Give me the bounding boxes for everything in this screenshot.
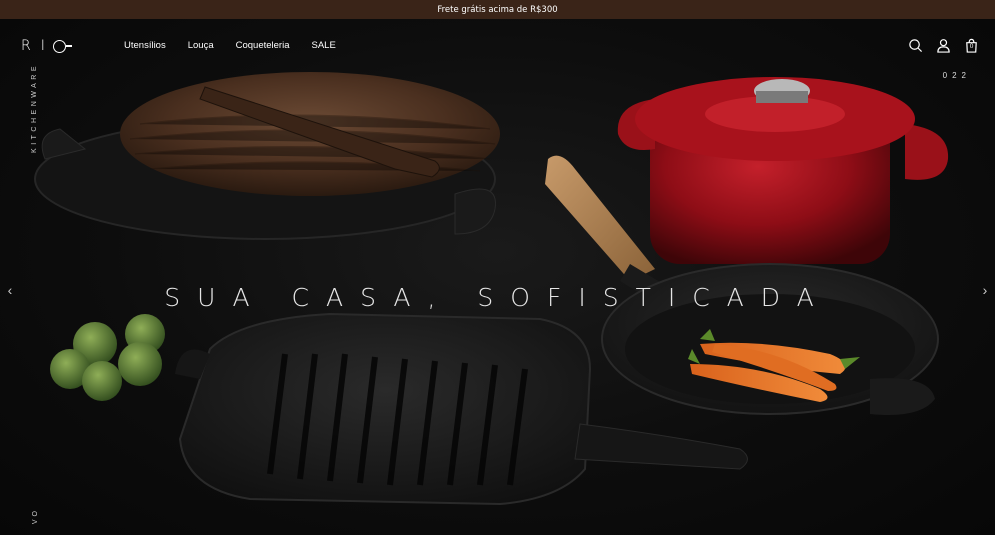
search-icon[interactable]	[908, 38, 923, 53]
cart-count: 0	[969, 43, 974, 50]
hero-headline: SUA CASA, SOFISTICADA	[164, 283, 831, 312]
nav-item-utensilios[interactable]: Utensílios	[124, 40, 166, 51]
header-actions: 0	[908, 38, 979, 53]
pan-wood-handle	[545, 155, 655, 281]
cart-button[interactable]: 0	[964, 38, 979, 53]
next-slide-button[interactable]: ›	[978, 282, 992, 298]
pot-handle-right	[905, 124, 949, 180]
hero-banner[interactable]	[0, 19, 995, 535]
nav-item-louca[interactable]: Louça	[188, 40, 214, 51]
logo-pan-mark	[52, 39, 72, 53]
nav-item-coqueteleria[interactable]: Coqueteleria	[236, 40, 290, 51]
skillet-handle-right	[454, 188, 496, 235]
main-nav: Utensílios Louça Coqueteleria SALE	[124, 40, 336, 51]
hero-image	[34, 72, 949, 506]
side-label: KITCHENWARE	[31, 63, 38, 153]
brussels-sprouts	[50, 314, 165, 401]
user-icon[interactable]	[936, 38, 951, 53]
grill-handle	[574, 423, 748, 470]
nav-item-sale[interactable]: SALE	[311, 40, 335, 51]
announcement-text: Frete grátis acima de R$300	[437, 4, 558, 15]
brand-logo[interactable]: RI	[21, 38, 72, 54]
side-label-bottom: VO	[32, 508, 39, 525]
announcement-bar: Frete grátis acima de R$300	[0, 0, 995, 19]
site-header: RI Utensílios Louça Coqueteleria SALE 0	[0, 19, 995, 73]
prev-slide-button[interactable]: ‹	[3, 282, 17, 298]
grill-pan	[178, 312, 592, 506]
slide-counter: 022	[942, 71, 971, 80]
logo-text: RI	[21, 38, 55, 54]
